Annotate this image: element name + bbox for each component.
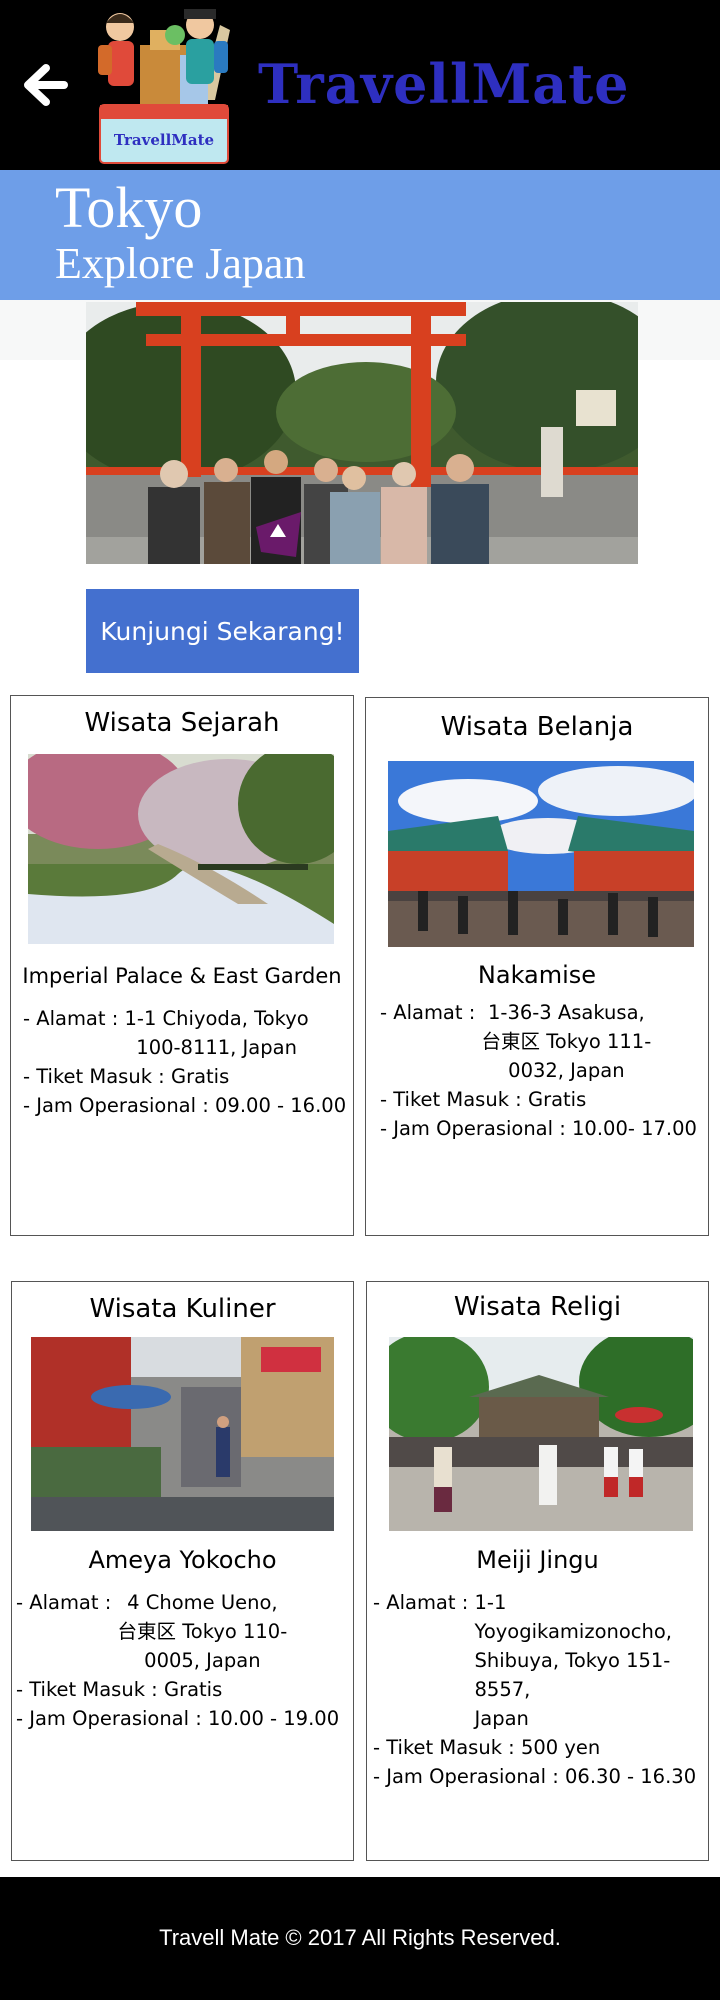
place-name: Imperial Palace & East Garden (22, 964, 342, 988)
attraction-card: Wisata Kuliner Ameya Yokocho - Alamat : … (11, 1281, 354, 1861)
card-category: Wisata Belanja (440, 712, 634, 742)
place-name: Nakamise (477, 961, 597, 989)
place-info: - Alamat : 1-36-3 Asakusa, 台東区 Tokyo 111… (380, 998, 697, 1143)
address-label: - Alamat : (380, 1001, 482, 1024)
place-name: Meiji Jingu (476, 1546, 599, 1574)
visit-now-button[interactable]: Kunjungi Sekarang! (86, 589, 359, 673)
footer-copyright: Travell Mate © 2017 All Rights Reserved. (159, 1925, 561, 1950)
place-info: - Alamat : 4 Chome Ueno, 台東区 Tokyo 110- … (16, 1588, 339, 1733)
place-name: Ameya Yokocho (88, 1546, 277, 1574)
hours-info: - Jam Operasional : 10.00- 17.00 (380, 1117, 697, 1140)
hours-info: - Jam Operasional : 06.30 - 16.30 (373, 1765, 697, 1788)
arrow-left-icon[interactable] (18, 60, 70, 110)
page-subtitle: Explore Japan (55, 239, 306, 288)
hours-info: - Jam Operasional : 09.00 - 16.00 (23, 1094, 347, 1117)
attraction-card: Wisata Religi Meiji Jingu - Alamat : 1-1… (366, 1281, 709, 1861)
place-info: - Alamat : 1-1 Yoyogikamizonocho, Shibuy… (373, 1588, 708, 1791)
card-category: Wisata Kuliner (89, 1294, 276, 1324)
page-title: Tokyo (55, 175, 203, 240)
attraction-image (389, 1337, 693, 1531)
brand-name[interactable]: TravellMate (258, 52, 630, 116)
attraction-image (31, 1337, 334, 1531)
attraction-image (388, 761, 694, 947)
place-info: - Alamat : 1-1 Chiyoda, Tokyo 100-8111, … (23, 1004, 346, 1120)
card-category: Wisata Religi (453, 1292, 622, 1322)
hero-image (86, 302, 638, 564)
address-label: - Alamat : (23, 1007, 125, 1030)
travellmate-logo[interactable]: TravellMate (80, 5, 250, 165)
attraction-card: Wisata Sejarah Imperial Palace & East Ga… (10, 695, 354, 1236)
attraction-image (28, 754, 334, 944)
ticket-info: - Tiket Masuk : Gratis (16, 1678, 223, 1701)
ticket-info: - Tiket Masuk : 500 yen (373, 1736, 601, 1759)
card-category: Wisata Sejarah (84, 708, 280, 738)
hours-info: - Jam Operasional : 10.00 - 19.00 (16, 1707, 340, 1730)
address-value: 1-36-3 Asakusa, 台東区 Tokyo 111- 0032, Jap… (481, 1001, 652, 1082)
ticket-info: - Tiket Masuk : Gratis (380, 1088, 587, 1111)
attraction-card: Wisata Belanja Nakamise - Alamat : 1-36-… (365, 697, 709, 1236)
address-label: - Alamat : (16, 1591, 118, 1614)
address-value: 1-1 Chiyoda, Tokyo 100-8111, Japan (124, 1007, 309, 1059)
address-value: 4 Chome Ueno, 台東区 Tokyo 110- 0005, Japan (117, 1591, 288, 1672)
address-label: - Alamat : (373, 1591, 475, 1614)
logo-text: TravellMate (114, 131, 214, 149)
ticket-info: - Tiket Masuk : Gratis (23, 1065, 230, 1088)
address-value: 1-1 Yoyogikamizonocho, Shibuya, Tokyo 15… (474, 1591, 673, 1730)
